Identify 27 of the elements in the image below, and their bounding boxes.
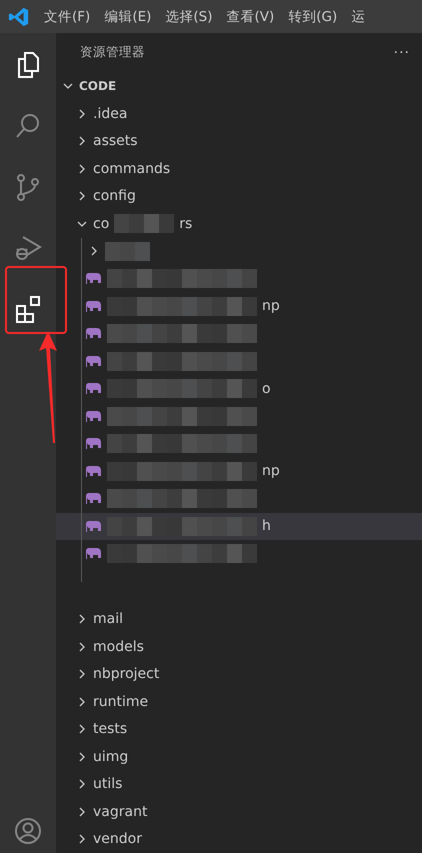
menu-item[interactable]: 转到(G) [288, 8, 338, 26]
file-row[interactable]: o [56, 375, 422, 402]
menu-item[interactable]: 运 [351, 8, 366, 26]
folder-row[interactable]: commands [56, 155, 422, 182]
root-folder-row[interactable]: CODE [56, 72, 422, 100]
menu-item[interactable]: 查看(V) [226, 8, 274, 26]
folder-row[interactable]: utils [56, 770, 422, 798]
folder-row[interactable]: config [56, 182, 422, 210]
folder-row[interactable]: runtime [56, 688, 422, 716]
folder-row[interactable]: co rs [56, 210, 422, 238]
folder-row[interactable]: models [56, 633, 422, 660]
folder-row[interactable]: vendor [56, 826, 422, 853]
folder-row[interactable]: .idea [56, 100, 422, 128]
file-row[interactable]: h [56, 512, 422, 540]
menu-item[interactable]: 编辑(E) [104, 8, 152, 26]
menu-item[interactable]: 文件(F) [44, 8, 90, 26]
folder-row[interactable]: mail [56, 606, 422, 633]
folder-row[interactable]: vagrant [56, 798, 422, 826]
menu-item[interactable]: 选择(S) [165, 8, 212, 26]
sidebar-title: 资源管理器 [80, 44, 145, 62]
folder-row[interactable]: assets [56, 128, 422, 155]
folder-row[interactable]: uimg [56, 743, 422, 770]
folder-row[interactable]: tests [56, 716, 422, 743]
folder-row[interactable]: nbproject [56, 660, 422, 688]
file-row[interactable]: np [56, 458, 422, 485]
more-actions-button[interactable]: ··· [394, 44, 410, 61]
file-row[interactable]: np [56, 292, 422, 320]
